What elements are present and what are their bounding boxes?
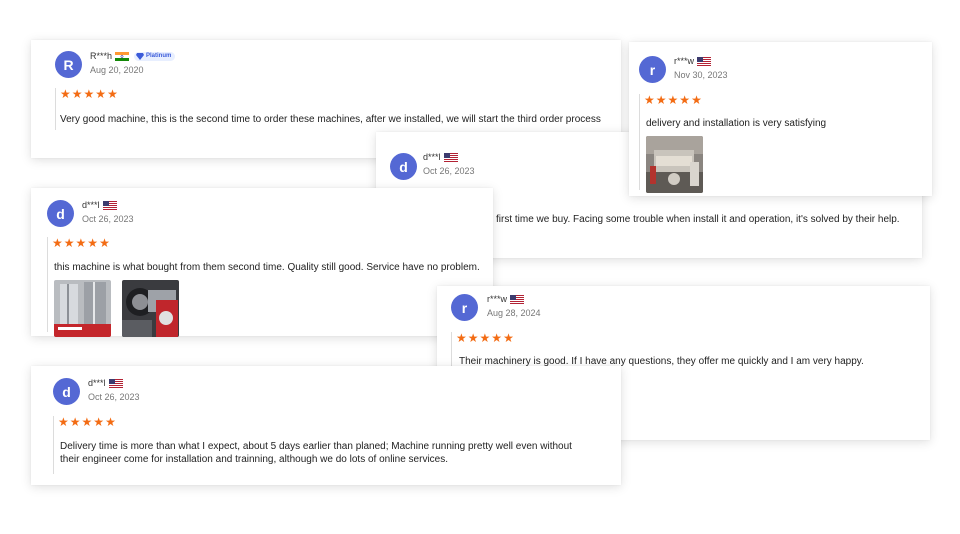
avatar: R	[55, 51, 82, 78]
review-photo[interactable]	[54, 280, 111, 337]
usa-flag-icon	[510, 294, 525, 304]
badge-label: Platinum	[146, 53, 172, 59]
review-date: Oct 26, 2023	[82, 214, 134, 224]
star-icon: ★	[107, 87, 118, 101]
review-text: delivery and installation is very satisf…	[646, 118, 827, 129]
review-photo[interactable]	[122, 280, 179, 337]
avatar: d	[53, 378, 80, 405]
divider	[55, 88, 56, 130]
star-icon: ★	[491, 331, 503, 345]
star-icon: ★	[503, 331, 514, 345]
avatar: r	[639, 56, 666, 83]
review-date: Aug 20, 2020	[90, 65, 144, 75]
star-icon: ★	[655, 93, 667, 107]
star-icon: ★	[58, 415, 69, 429]
india-flag-icon	[115, 51, 130, 61]
star-rating: ★ ★ ★ ★ ★	[644, 94, 702, 106]
star-rating: ★ ★ ★ ★ ★	[60, 88, 118, 100]
reviewer-name: d***l	[423, 152, 441, 162]
star-icon: ★	[105, 415, 116, 429]
review-date: Oct 26, 2023	[88, 392, 140, 402]
star-icon: ★	[87, 236, 99, 250]
reviewer-name: d***l	[88, 378, 106, 388]
review-text: first time we buy. Facing some trouble w…	[496, 214, 900, 225]
star-icon: ★	[60, 87, 71, 101]
review-card: d d***l Oct 26, 2023 ★ ★ ★ ★ ★ Delivery time…	[31, 366, 621, 485]
star-rating: ★ ★ ★ ★ ★	[456, 332, 514, 344]
star-icon: ★	[93, 415, 105, 429]
reviewer-name: d***l	[82, 200, 100, 210]
platinum-badge: Platinum	[134, 51, 176, 61]
diamond-icon	[136, 52, 145, 60]
avatar: d	[390, 153, 417, 180]
reviewer-name-row: d***l	[88, 378, 123, 388]
avatar: d	[47, 200, 74, 227]
star-icon: ★	[467, 331, 479, 345]
review-date: Nov 30, 2023	[674, 70, 728, 80]
review-text: Delivery time is more than what I expect…	[60, 441, 572, 465]
review-date: Oct 26, 2023	[423, 166, 475, 176]
reviewer-name: r***w	[487, 294, 508, 304]
usa-flag-icon	[102, 200, 117, 210]
star-icon: ★	[83, 87, 95, 101]
review-card: r r***w Nov 30, 2023 ★ ★ ★ ★ ★ delivery and …	[629, 42, 932, 196]
star-icon: ★	[75, 236, 87, 250]
star-icon: ★	[679, 93, 691, 107]
reviewer-name-row: r***w	[674, 56, 712, 66]
review-text: Very good machine, this is the second ti…	[60, 114, 601, 125]
star-icon: ★	[95, 87, 107, 101]
star-rating: ★ ★ ★ ★ ★	[58, 416, 116, 428]
review-date: Aug 28, 2024	[487, 308, 541, 318]
divider	[47, 237, 48, 332]
reviewer-name-row: d***l	[423, 152, 458, 162]
star-icon: ★	[81, 415, 93, 429]
avatar: r	[451, 294, 478, 321]
star-icon: ★	[52, 236, 63, 250]
star-icon: ★	[63, 236, 75, 250]
star-icon: ★	[69, 415, 81, 429]
reviewer-name: R***h	[90, 51, 113, 61]
review-photo[interactable]	[646, 136, 703, 193]
reviewer-name-row: r***w	[487, 294, 525, 304]
star-icon: ★	[99, 236, 110, 250]
reviewer-name-row: R***h Platinum	[90, 51, 176, 61]
star-icon: ★	[456, 331, 467, 345]
star-rating: ★ ★ ★ ★ ★	[52, 237, 110, 249]
usa-flag-icon	[697, 56, 712, 66]
star-icon: ★	[691, 93, 702, 107]
review-card: d d***l Oct 26, 2023 ★ ★ ★ ★ ★ this machine …	[31, 188, 493, 337]
usa-flag-icon	[108, 378, 123, 388]
review-text: this machine is what bought from them se…	[54, 262, 480, 273]
usa-flag-icon	[443, 152, 458, 162]
divider	[53, 416, 54, 474]
star-icon: ★	[71, 87, 83, 101]
star-icon: ★	[479, 331, 491, 345]
reviewer-name-row: d***l	[82, 200, 117, 210]
star-icon: ★	[667, 93, 679, 107]
reviewer-name: r***w	[674, 56, 695, 66]
star-icon: ★	[644, 93, 655, 107]
divider	[639, 94, 640, 190]
